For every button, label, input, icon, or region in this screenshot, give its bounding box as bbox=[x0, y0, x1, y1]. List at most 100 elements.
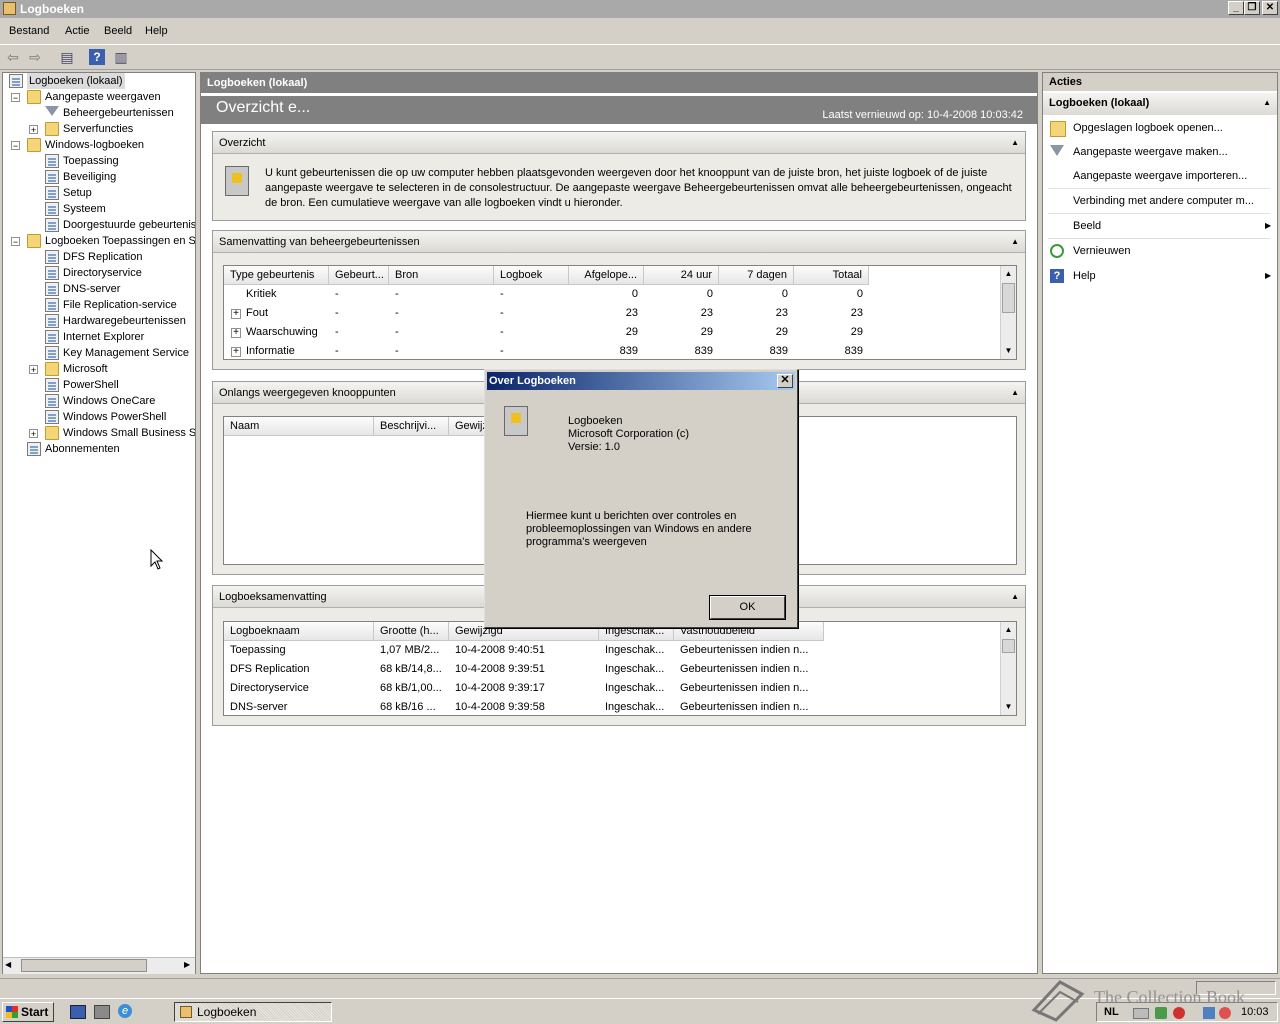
summary-section-header[interactable]: Samenvatting van beheergebeurtenissen ▲ bbox=[213, 231, 1025, 253]
action-item[interactable]: Aangepaste weergave maken... bbox=[1073, 144, 1228, 160]
scroll-thumb[interactable] bbox=[1002, 639, 1015, 653]
clock[interactable]: 10:03 bbox=[1241, 1006, 1269, 1018]
tree-item[interactable]: Hardwaregebeurtenissen bbox=[3, 313, 195, 329]
menu-beeld[interactable]: Beeld bbox=[104, 25, 132, 37]
collapse-icon[interactable]: − bbox=[11, 237, 20, 247]
show-hide-actions-icon[interactable]: ▥ bbox=[113, 49, 129, 65]
column-header[interactable]: Afgelope... bbox=[569, 266, 644, 285]
close-button[interactable]: ✕ bbox=[1262, 1, 1278, 15]
summary-vertical-scrollbar[interactable]: ▲ ▼ bbox=[1000, 266, 1016, 359]
dialog-close-icon[interactable]: ✕ bbox=[777, 374, 793, 388]
menu-help[interactable]: Help bbox=[145, 25, 168, 37]
forward-icon[interactable]: ⇨ bbox=[27, 49, 43, 65]
collapse-icon[interactable]: − bbox=[11, 141, 20, 151]
ok-button[interactable]: OK bbox=[709, 595, 786, 620]
alert-icon[interactable] bbox=[1173, 1007, 1185, 1019]
column-header[interactable]: 7 dagen bbox=[719, 266, 794, 285]
tree-item[interactable]: Windows PowerShell bbox=[3, 409, 195, 425]
tree-item[interactable]: + Windows Small Business Ser bbox=[3, 425, 195, 441]
action-item[interactable]: Aangepaste weergave importeren... bbox=[1073, 168, 1247, 184]
expand-icon[interactable]: + bbox=[29, 365, 38, 375]
tree-item[interactable]: − Windows-logboeken bbox=[3, 137, 195, 153]
tree-item[interactable]: Windows OneCare bbox=[3, 393, 195, 409]
tree-item[interactable]: Beveiliging bbox=[3, 169, 195, 185]
column-header[interactable]: Beschrijvi... bbox=[374, 417, 449, 436]
overview-section-header[interactable]: Overzicht ▲ bbox=[213, 132, 1025, 154]
submenu-arrow-icon[interactable]: ▶ bbox=[1265, 221, 1271, 230]
action-item[interactable]: Vernieuwen bbox=[1073, 243, 1131, 259]
table-row[interactable]: DFS Replication 68 kB/14,8... 10-4-2008 9:… bbox=[224, 660, 824, 679]
expand-icon[interactable]: + bbox=[29, 429, 38, 439]
server-manager-icon[interactable] bbox=[94, 1005, 110, 1019]
tree-item[interactable]: − Aangepaste weergaven bbox=[3, 89, 195, 105]
tree-item[interactable]: PowerShell bbox=[3, 377, 195, 393]
scroll-right-arrow-icon[interactable]: ▶ bbox=[184, 960, 190, 969]
column-header[interactable]: 24 uur bbox=[644, 266, 719, 285]
start-button[interactable]: Start bbox=[2, 1002, 54, 1022]
column-header[interactable]: Grootte (h... bbox=[374, 622, 449, 641]
tree-item[interactable]: Toepassing bbox=[3, 153, 195, 169]
expand-icon[interactable]: + bbox=[29, 125, 38, 135]
column-header[interactable]: Type gebeurtenis bbox=[224, 266, 329, 285]
scroll-thumb[interactable] bbox=[21, 959, 147, 972]
table-row[interactable]: + Waarschuwing - - - 29 29 29 29 bbox=[224, 323, 869, 342]
expand-icon[interactable]: + bbox=[231, 328, 241, 338]
show-desktop-icon[interactable] bbox=[70, 1005, 86, 1019]
column-header[interactable]: Totaal bbox=[794, 266, 869, 285]
column-header[interactable]: Gebeurt... bbox=[329, 266, 389, 285]
scroll-left-arrow-icon[interactable]: ◀ bbox=[5, 960, 11, 969]
tree-item[interactable]: File Replication-service bbox=[3, 297, 195, 313]
security-shield-icon[interactable] bbox=[1155, 1007, 1167, 1019]
submenu-arrow-icon[interactable]: ▶ bbox=[1265, 271, 1271, 280]
action-item[interactable]: Help bbox=[1073, 268, 1096, 284]
column-header[interactable]: Bron bbox=[389, 266, 494, 285]
scroll-down-arrow-icon[interactable]: ▼ bbox=[1001, 699, 1016, 715]
table-row[interactable]: Kritiek - - - 0 0 0 0 bbox=[224, 285, 869, 304]
action-item[interactable]: Verbinding met andere computer m... bbox=[1073, 193, 1254, 209]
taskbar-button-logboeken[interactable]: Logboeken bbox=[174, 1002, 332, 1022]
table-row[interactable]: Directoryservice 68 kB/1,00... 10-4-2008 9… bbox=[224, 679, 824, 698]
tree-item[interactable]: DFS Replication bbox=[3, 249, 195, 265]
column-header[interactable]: Logboek bbox=[494, 266, 569, 285]
tree-item[interactable]: − Logboeken Toepassingen en Se bbox=[3, 233, 195, 249]
collapse-icon[interactable]: − bbox=[11, 93, 20, 103]
collapse-icon[interactable]: ▲ bbox=[1011, 382, 1019, 404]
table-row[interactable]: DNS-server 68 kB/16 ... 10-4-2008 9:39:58 I… bbox=[224, 698, 824, 715]
logsummary-vertical-scrollbar[interactable]: ▲ ▼ bbox=[1000, 622, 1016, 715]
help-icon[interactable]: ? bbox=[89, 49, 105, 65]
collapse-icon[interactable]: ▲ bbox=[1011, 231, 1019, 253]
collapse-icon[interactable]: ▲ bbox=[1263, 98, 1271, 107]
tree-item[interactable]: DNS-server bbox=[3, 281, 195, 297]
restore-button[interactable]: ❐ bbox=[1244, 1, 1260, 15]
tree-item[interactable]: Beheergebeurtenissen bbox=[3, 105, 195, 121]
tree-item[interactable]: Systeem bbox=[3, 201, 195, 217]
actions-subheader[interactable]: Logboeken (lokaal) ▲ bbox=[1043, 93, 1277, 115]
menu-actie[interactable]: Actie bbox=[65, 25, 89, 37]
scroll-up-arrow-icon[interactable]: ▲ bbox=[1001, 266, 1016, 282]
menu-bestand[interactable]: Bestand bbox=[9, 25, 49, 37]
collapse-icon[interactable]: ▲ bbox=[1011, 586, 1019, 608]
tree-item[interactable]: Doorgestuurde gebeurtenis bbox=[3, 217, 195, 233]
action-item[interactable]: Opgeslagen logboek openen... bbox=[1073, 120, 1223, 136]
tree-item[interactable]: Setup bbox=[3, 185, 195, 201]
table-row[interactable]: + Informatie - - - 839 839 839 839 bbox=[224, 342, 869, 359]
table-row[interactable]: + Fout - - - 23 23 23 23 bbox=[224, 304, 869, 323]
minimize-button[interactable]: _ bbox=[1228, 1, 1244, 15]
back-icon[interactable]: ⇦ bbox=[5, 49, 21, 65]
keyboard-icon[interactable] bbox=[1133, 1008, 1149, 1019]
scroll-down-arrow-icon[interactable]: ▼ bbox=[1001, 343, 1016, 359]
expand-icon[interactable]: + bbox=[231, 347, 241, 357]
tree-item[interactable]: + Serverfuncties bbox=[3, 121, 195, 137]
action-item[interactable]: Beeld bbox=[1073, 218, 1101, 234]
volume-muted-icon[interactable] bbox=[1219, 1007, 1231, 1019]
collapse-icon[interactable]: ▲ bbox=[1011, 132, 1019, 154]
tree-horizontal-scrollbar[interactable]: ◀ ▶ bbox=[3, 957, 195, 974]
expand-icon[interactable]: + bbox=[231, 309, 241, 319]
network-icon[interactable] bbox=[1203, 1007, 1215, 1019]
show-hide-tree-icon[interactable]: ▤ bbox=[59, 49, 75, 65]
tree-item[interactable]: + Microsoft bbox=[3, 361, 195, 377]
tree-item[interactable]: Abonnementen bbox=[3, 441, 195, 457]
table-row[interactable]: Toepassing 1,07 MB/2... 10-4-2008 9:40:51 I… bbox=[224, 641, 824, 660]
internet-explorer-icon[interactable]: e bbox=[118, 1004, 132, 1018]
tree-item[interactable]: Directoryservice bbox=[3, 265, 195, 281]
